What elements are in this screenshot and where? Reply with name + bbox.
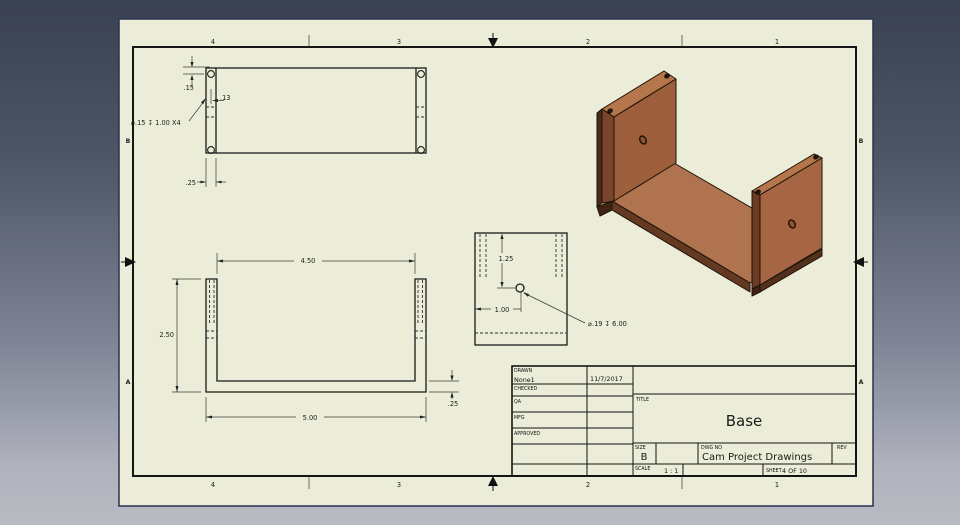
dim-hole-from-left: 1.00 <box>495 306 510 314</box>
dwg-no-label: DWG NO <box>701 445 722 451</box>
zone-number-top: 4 <box>211 38 215 46</box>
sheet-label: SHEET <box>766 468 782 474</box>
zone-letter-left: A <box>126 379 131 386</box>
title-label: TITLE <box>635 397 649 403</box>
scale-label: SCALE <box>635 466 650 472</box>
zone-letter-left: B <box>126 138 131 145</box>
zone-number-bottom: 4 <box>211 481 215 489</box>
dim-hole-callout: ⌀.15 ↧ 1.00 X4 <box>131 119 181 127</box>
zone-number-top: 3 <box>397 38 401 46</box>
drawn-date: 11/7/2017 <box>590 375 623 383</box>
approved-label: APPROVED <box>514 431 540 437</box>
size-label: SIZE <box>635 445 646 451</box>
checked-label: CHECKED <box>514 386 538 392</box>
mfg-label: MFG <box>514 415 525 421</box>
zone-number-bottom: 2 <box>586 481 590 489</box>
drawing-canvas: 4 3 2 1 4 3 2 1 B A B A .15 .13 ⌀.15 ↧ 1… <box>118 18 874 507</box>
rev-label: REV <box>837 445 847 451</box>
zone-number-top: 1 <box>775 38 779 46</box>
dim-wall-thickness: .25 <box>186 179 197 187</box>
zone-number-bottom: 1 <box>775 481 779 489</box>
dim-inner-width: 4.50 <box>301 257 316 265</box>
drawing-title: Base <box>726 412 763 430</box>
iso-right-wall-near-edge <box>751 190 761 290</box>
dim-hole-edge: .15 <box>184 84 195 92</box>
zone-letter-right: A <box>859 379 864 386</box>
scale-value: 1 : 1 <box>664 467 678 475</box>
qa-label: QA <box>514 399 522 405</box>
drawn-value: None1 <box>514 376 535 384</box>
iso-left-wall-near-edge <box>601 108 615 204</box>
dim-hole-side: .13 <box>220 94 231 102</box>
size-value: B <box>641 452 648 463</box>
iso-left-wall-outer-edge <box>596 108 603 208</box>
dim-base-thickness: .25 <box>448 400 459 408</box>
dim-height: 2.50 <box>159 331 174 339</box>
zone-letter-right: B <box>859 138 864 145</box>
zone-number-top: 2 <box>586 38 590 46</box>
sheet-value: 4 OF 10 <box>782 467 807 475</box>
drawn-label: DRAWN <box>514 368 533 374</box>
dwg-no-value: Cam Project Drawings <box>702 452 812 463</box>
dim-hole-from-top: 1.25 <box>499 255 514 263</box>
zone-number-bottom: 3 <box>397 481 401 489</box>
dim-overall-width: 5.00 <box>303 414 318 422</box>
dim-hole-callout: ⌀.19 ↧ 6.00 <box>588 320 627 328</box>
